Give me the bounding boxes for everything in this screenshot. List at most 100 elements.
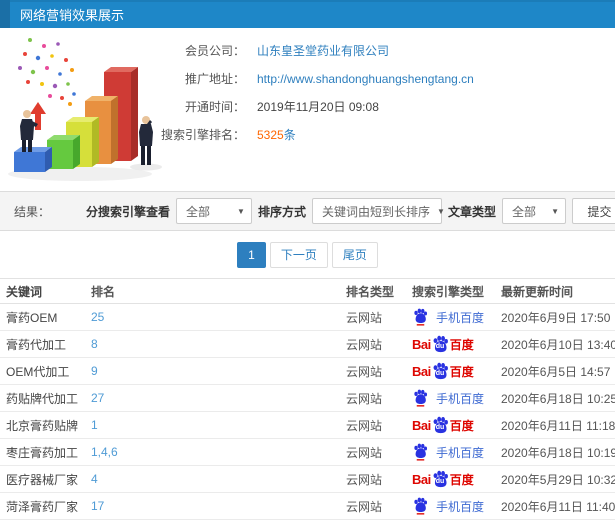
rank-type-cell: 云网站 bbox=[346, 310, 383, 325]
updated-cell: 2020年6月11日 11:18 bbox=[501, 418, 615, 433]
mobile-baidu-paw-icon bbox=[413, 308, 430, 327]
open-time-label: 开通时间： bbox=[184, 100, 245, 114]
promo-url-link[interactable]: http://www.shandonghuangshengtang.cn bbox=[257, 72, 474, 86]
updated-cell: 2020年6月10日 13:40 bbox=[501, 337, 615, 352]
table-body: 膏药OEM 25 云网站 手机百度 2020年6月9日 17:50 膏药代加工 … bbox=[0, 304, 615, 520]
engine-filter-label: 分搜索引擎查看 bbox=[85, 204, 170, 219]
sort-value: 关键词由短到长排序 bbox=[321, 204, 430, 219]
rank-cell: 27 bbox=[85, 391, 340, 405]
column-header-rank: 排名 bbox=[91, 284, 116, 299]
baidu-logo-suffix: 百度 bbox=[449, 418, 474, 433]
rank-link[interactable]: 27 bbox=[91, 391, 104, 405]
baidu-logo-prefix: Bai bbox=[412, 471, 431, 487]
mobile-baidu-paw-icon bbox=[413, 389, 430, 408]
open-time-value: 2019年11月20日 09:08 bbox=[257, 100, 379, 114]
table-row: 药贴牌代加工 27 云网站 手机百度 2020年6月18日 10:25 bbox=[0, 385, 615, 412]
company-info-list: 会员公司： 山东皇圣堂药业有限公司 推广地址： http://www.shand… bbox=[132, 36, 615, 148]
table-row: 医疗器械厂家 4 云网站 Bai du 百度 2020年5月29日 10:32 bbox=[0, 466, 615, 493]
mobile-baidu-badge: 手机百度 bbox=[412, 497, 495, 516]
rank-cell: 25 bbox=[85, 310, 340, 324]
updated-cell: 2020年5月29日 10:32 bbox=[501, 472, 615, 487]
engine-rank-count: 5325 bbox=[257, 127, 284, 142]
keyword-cell: 北京膏药贴牌 bbox=[6, 418, 79, 433]
mobile-baidu-label: 手机百度 bbox=[436, 310, 485, 325]
baidu-logo-prefix: Bai bbox=[412, 336, 431, 352]
rank-type-cell: 云网站 bbox=[346, 364, 383, 379]
rank-type-cell: 云网站 bbox=[346, 337, 383, 352]
rank-type-cell: 云网站 bbox=[346, 391, 383, 406]
baidu-logo-prefix: Bai bbox=[412, 417, 431, 433]
keyword-cell: 菏泽膏药厂家 bbox=[6, 499, 79, 514]
rank-cell: 9 bbox=[85, 364, 340, 378]
rank-cell: 1 bbox=[85, 418, 340, 432]
mobile-baidu-paw-icon bbox=[413, 497, 430, 516]
keyword-cell: 膏药OEM bbox=[6, 310, 58, 325]
rank-link[interactable]: 8 bbox=[91, 337, 98, 351]
keyword-cell: 枣庄膏药加工 bbox=[6, 445, 79, 460]
baidu-logo-prefix: Bai bbox=[412, 363, 431, 379]
mobile-baidu-paw-icon bbox=[413, 443, 430, 462]
keyword-ranking-table: 关键词 排名 排名类型 搜索引擎类型 最新更新时间 膏药OEM 25 云网站 手… bbox=[0, 278, 615, 520]
rank-cell: 1,4,6 bbox=[85, 445, 340, 459]
engine-filter-select[interactable]: 全部 ▼ bbox=[175, 198, 252, 224]
rank-link[interactable]: 17 bbox=[91, 499, 104, 513]
keyword-cell: 药贴牌代加工 bbox=[6, 391, 79, 406]
rank-link[interactable]: 1 bbox=[91, 418, 98, 432]
column-header-rank-type: 排名类型 bbox=[346, 284, 395, 299]
chevron-down-icon: ▼ bbox=[437, 206, 445, 216]
table-row: OEM代加工 9 云网站 Bai du 百度 2020年6月5日 14:57 bbox=[0, 358, 615, 385]
article-type-select[interactable]: 全部 ▼ bbox=[502, 198, 566, 224]
mobile-baidu-badge: 手机百度 bbox=[412, 443, 495, 462]
page-title: 网络营销效果展示 bbox=[20, 7, 125, 23]
rank-link[interactable]: 25 bbox=[91, 310, 104, 324]
baidu-paw-text: du bbox=[435, 423, 445, 431]
table-row: 膏药OEM 25 云网站 手机百度 2020年6月9日 17:50 bbox=[0, 304, 615, 331]
table-row: 膏药代加工 8 云网站 Bai du 百度 2020年6月10日 13:40 bbox=[0, 331, 615, 358]
engine-cell: 手机百度 bbox=[398, 389, 495, 408]
chevron-down-icon: ▼ bbox=[237, 206, 245, 216]
result-label: 结果： bbox=[14, 204, 51, 219]
page-button-current[interactable]: 1 bbox=[237, 241, 266, 268]
updated-cell: 2020年6月5日 14:57 bbox=[501, 364, 611, 379]
mobile-baidu-label: 手机百度 bbox=[436, 391, 485, 406]
sort-select[interactable]: 关键词由短到长排序 ▼ bbox=[311, 198, 445, 224]
rank-cell: 4 bbox=[85, 472, 340, 486]
rank-type-cell: 云网站 bbox=[346, 418, 383, 433]
engine-cell: Bai du 百度 bbox=[398, 335, 495, 354]
rank-link[interactable]: 9 bbox=[91, 364, 98, 378]
promo-url-row: 推广地址： http://www.shandonghuangshengtang.… bbox=[132, 65, 615, 92]
member-company-link[interactable]: 山东皇圣堂药业有限公司 bbox=[257, 42, 389, 59]
page-button-last[interactable]: 尾页 bbox=[331, 241, 378, 268]
column-header-keyword: 关键词 bbox=[6, 284, 43, 299]
rank-link[interactable]: 1,4,6 bbox=[91, 445, 118, 459]
baidu-logo: Bai du 百度 bbox=[412, 362, 495, 381]
submit-button[interactable]: 提交 bbox=[572, 198, 615, 224]
keyword-cell: 膏药代加工 bbox=[6, 337, 67, 352]
rank-type-cell: 云网站 bbox=[346, 472, 383, 487]
mobile-baidu-badge: 手机百度 bbox=[412, 308, 495, 327]
column-header-updated: 最新更新时间 bbox=[501, 284, 574, 299]
page-button-next[interactable]: 下一页 bbox=[269, 241, 328, 268]
open-time-row: 开通时间： 2019年11月20日 09:08 bbox=[132, 93, 615, 120]
article-type-label: 文章类型 bbox=[447, 204, 496, 219]
table-row: 北京膏药贴牌 1 云网站 Bai du 百度 2020年6月11日 11:18 bbox=[0, 412, 615, 439]
baidu-logo-suffix: 百度 bbox=[449, 337, 474, 352]
rank-link[interactable]: 4 bbox=[91, 472, 98, 486]
baidu-logo: Bai du 百度 bbox=[412, 335, 495, 354]
rank-cell: 17 bbox=[85, 499, 340, 513]
baidu-paw-icon: du bbox=[432, 335, 449, 354]
pagination: 1 下一页 尾页 bbox=[0, 231, 615, 278]
engine-rank-unit[interactable]: 条 bbox=[284, 126, 296, 143]
promo-url-label: 推广地址： bbox=[184, 72, 245, 86]
filter-bar: 结果： 分搜索引擎查看 全部 ▼ 排序方式 关键词由短到长排序 ▼ 文章类型 全… bbox=[0, 191, 615, 231]
rank-type-cell: 云网站 bbox=[346, 445, 383, 460]
keyword-cell: OEM代加工 bbox=[6, 364, 70, 379]
member-company-row: 会员公司： 山东皇圣堂药业有限公司 bbox=[132, 37, 615, 64]
updated-cell: 2020年6月9日 17:50 bbox=[501, 310, 611, 325]
baidu-paw-text: du bbox=[435, 477, 445, 485]
rank-type-cell: 云网站 bbox=[346, 499, 383, 514]
engine-rank-row: 搜索引擎排名： 5325 条 bbox=[132, 121, 615, 148]
chevron-down-icon: ▼ bbox=[551, 206, 559, 216]
column-header-engine-type: 搜索引擎类型 bbox=[412, 284, 485, 299]
engine-cell: 手机百度 bbox=[398, 443, 495, 462]
